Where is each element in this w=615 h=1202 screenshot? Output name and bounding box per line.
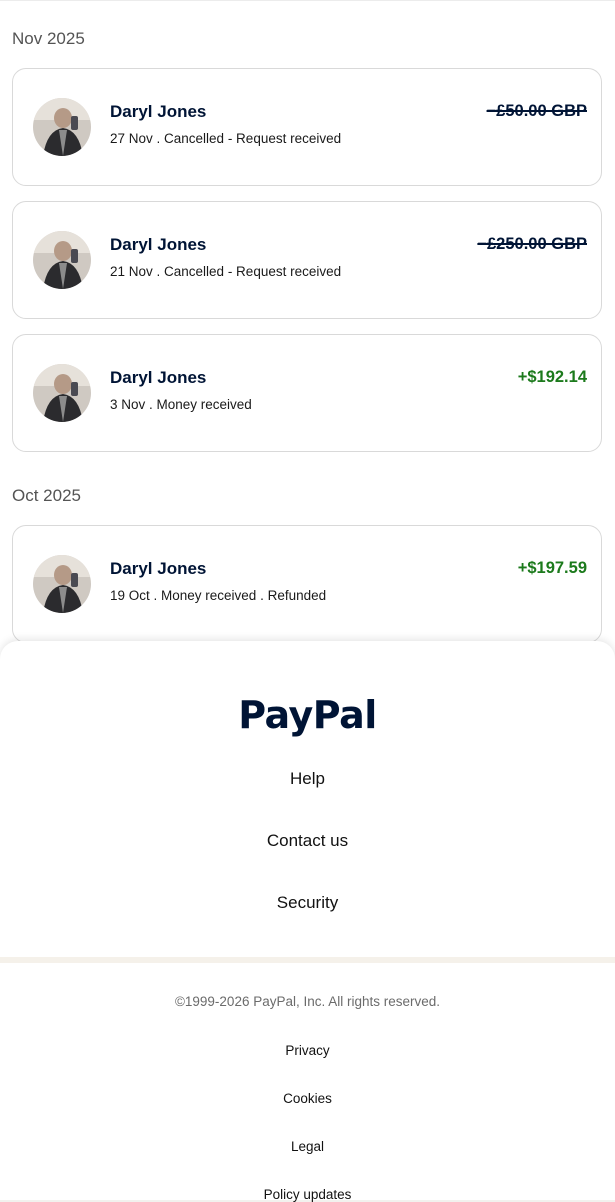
avatar xyxy=(33,231,91,289)
cookies-link[interactable]: Cookies xyxy=(0,1091,615,1106)
privacy-link[interactable]: Privacy xyxy=(0,1043,615,1058)
transaction-card[interactable]: Daryl Jones 3 Nov . Money received +$192… xyxy=(12,334,602,452)
avatar xyxy=(33,364,91,422)
copyright-text: ©1999-2026 PayPal, Inc. All rights reser… xyxy=(174,994,441,1009)
month-header: Nov 2025 xyxy=(12,29,85,48)
security-link[interactable]: Security xyxy=(0,893,615,913)
transaction-detail: 3 Nov . Money received xyxy=(110,397,252,412)
transaction-amount: −£250.00 GBP xyxy=(477,235,587,253)
transaction-detail: 21 Nov . Cancelled - Request received xyxy=(110,264,342,279)
transaction-amount: +$197.59 xyxy=(517,559,587,577)
avatar xyxy=(33,555,91,613)
avatar xyxy=(33,98,91,156)
transaction-amount: +$192.14 xyxy=(517,368,587,386)
transaction-card[interactable]: Daryl Jones 27 Nov . Cancelled - Request… xyxy=(12,68,602,186)
transaction-card[interactable]: Daryl Jones 21 Nov . Cancelled - Request… xyxy=(12,201,602,319)
transaction-name: Daryl Jones xyxy=(110,102,207,121)
contact-us-link[interactable]: Contact us xyxy=(0,831,615,851)
month-header: Oct 2025 xyxy=(12,486,81,505)
transaction-name: Daryl Jones xyxy=(110,368,207,387)
transaction-detail: 27 Nov . Cancelled - Request received xyxy=(110,131,342,146)
legal-footer: ©1999-2026 PayPal, Inc. All rights reser… xyxy=(0,963,615,1202)
transaction-detail: 19 Oct . Money received . Refunded xyxy=(110,588,327,603)
legal-link[interactable]: Legal xyxy=(0,1139,615,1154)
help-link[interactable]: Help xyxy=(0,769,615,789)
footer: PayPal Help Contact us Security xyxy=(0,641,615,957)
transaction-card[interactable]: Daryl Jones 19 Oct . Money received . Re… xyxy=(12,525,602,643)
transaction-amount: −£50.00 GBP xyxy=(486,102,587,120)
transaction-name: Daryl Jones xyxy=(110,559,207,578)
activity-list: Nov 2025 Daryl Jones 27 Nov . Cancelled … xyxy=(0,0,615,680)
transaction-name: Daryl Jones xyxy=(110,235,207,254)
paypal-logo[interactable]: PayPal xyxy=(0,693,615,737)
